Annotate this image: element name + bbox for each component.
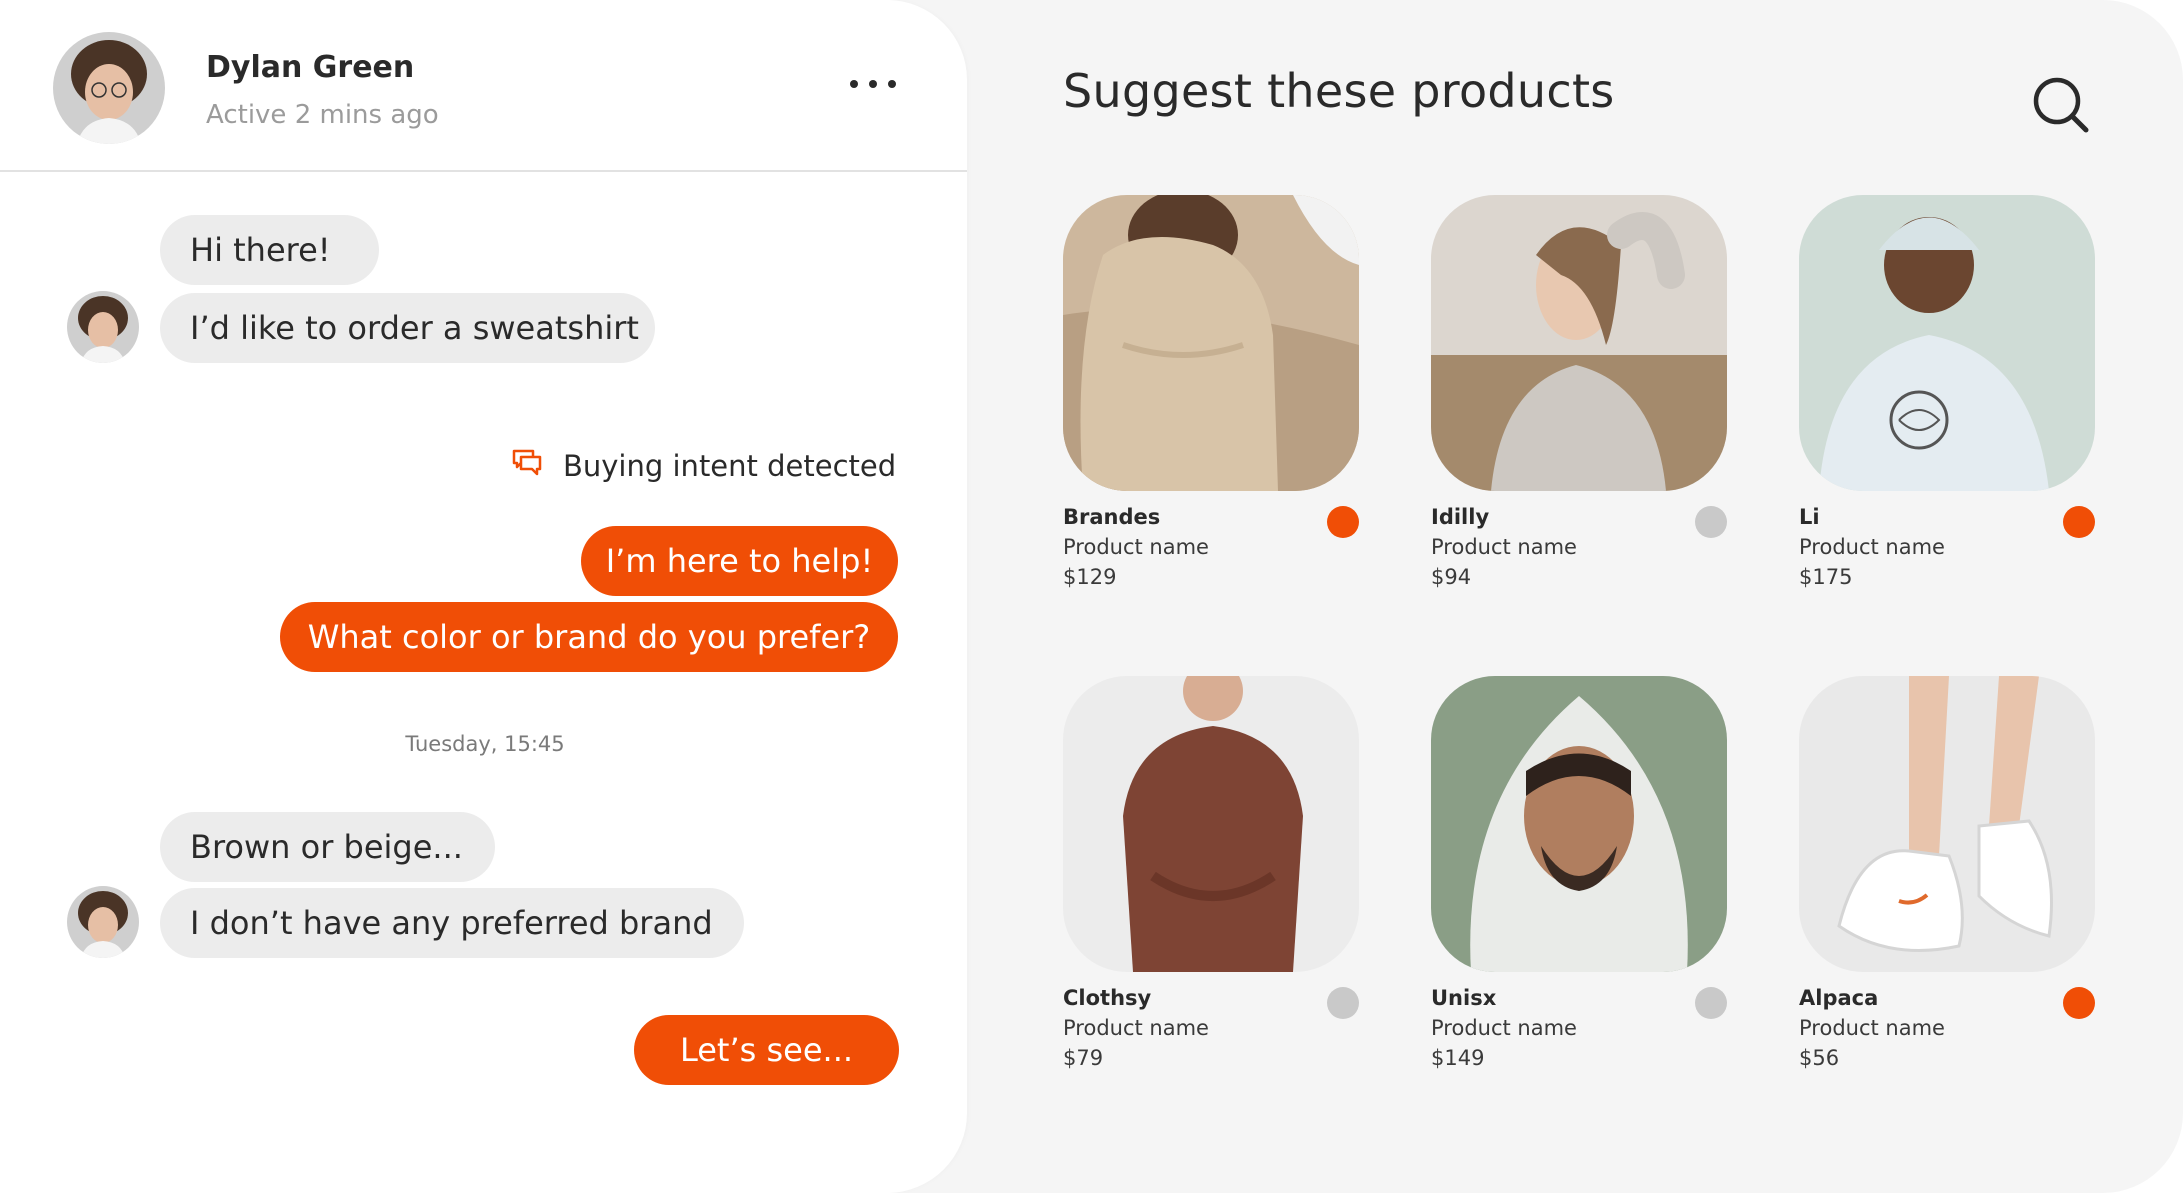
- product-card[interactable]: Brandes Product name $129: [1063, 195, 1359, 605]
- product-card[interactable]: Clothsy Product name $79: [1063, 676, 1359, 1086]
- products-title: Suggest these products: [1063, 64, 1615, 118]
- chat-bubbles-icon: [511, 448, 543, 484]
- chat-panel: Dylan Green Active 2 mins ago Hi there! …: [0, 0, 967, 1193]
- product-card[interactable]: Unisx Product name $149: [1431, 676, 1727, 1086]
- product-brand: Idilly: [1431, 505, 1490, 529]
- product-name: Product name: [1431, 535, 1577, 559]
- timestamp: Tuesday, 15:45: [405, 732, 565, 756]
- message-text: Hi there!: [190, 231, 331, 269]
- product-image: [1063, 676, 1359, 972]
- product-name: Product name: [1431, 1016, 1577, 1040]
- product-image: [1799, 676, 2095, 972]
- chat-header: Dylan Green Active 2 mins ago: [0, 0, 967, 172]
- product-brand: Alpaca: [1799, 986, 1879, 1010]
- product-brand: Clothsy: [1063, 986, 1152, 1010]
- more-options-icon[interactable]: [848, 66, 898, 102]
- product-price: $149: [1431, 1046, 1485, 1070]
- product-price: $94: [1431, 565, 1472, 589]
- message-text: Brown or beige...: [190, 828, 463, 866]
- product-card[interactable]: Alpaca Product name $56: [1799, 676, 2095, 1086]
- user-name: Dylan Green: [206, 50, 415, 85]
- product-brand: Unisx: [1431, 986, 1497, 1010]
- product-name: Product name: [1063, 535, 1209, 559]
- user-status: Active 2 mins ago: [206, 100, 439, 130]
- product-select-toggle[interactable]: [2063, 987, 2095, 1019]
- product-image: [1431, 195, 1727, 491]
- product-price: $56: [1799, 1046, 1840, 1070]
- message-text: I’m here to help!: [605, 542, 874, 580]
- buying-intent-indicator: Buying intent detected: [511, 446, 896, 486]
- product-price: $129: [1063, 565, 1117, 589]
- product-brand: Brandes: [1063, 505, 1161, 529]
- avatar: [67, 291, 139, 363]
- agent-message: Let’s see...: [634, 1015, 899, 1085]
- product-image: [1799, 195, 2095, 491]
- message-text: What color or brand do you prefer?: [307, 618, 871, 656]
- agent-message: What color or brand do you prefer?: [280, 602, 898, 672]
- product-select-toggle[interactable]: [1695, 987, 1727, 1019]
- customer-message: Brown or beige...: [160, 812, 495, 882]
- customer-message: I’d like to order a sweatshirt: [160, 293, 655, 363]
- product-price: $79: [1063, 1046, 1104, 1070]
- product-select-toggle[interactable]: [1695, 506, 1727, 538]
- product-name: Product name: [1799, 1016, 1945, 1040]
- intent-label: Buying intent detected: [563, 449, 897, 483]
- product-price: $175: [1799, 565, 1853, 589]
- product-card[interactable]: Idilly Product name $94: [1431, 195, 1727, 605]
- product-select-toggle[interactable]: [1327, 987, 1359, 1019]
- avatar[interactable]: [53, 32, 165, 144]
- product-image: [1431, 676, 1727, 972]
- customer-message: Hi there!: [160, 215, 379, 285]
- product-select-toggle[interactable]: [1327, 506, 1359, 538]
- message-text: I’d like to order a sweatshirt: [190, 309, 639, 347]
- product-name: Product name: [1063, 1016, 1209, 1040]
- product-image: [1063, 195, 1359, 491]
- product-brand: Li: [1799, 505, 1820, 529]
- customer-message: I don’t have any preferred brand: [160, 888, 744, 958]
- agent-message: I’m here to help!: [581, 526, 898, 596]
- message-text: I don’t have any preferred brand: [190, 904, 713, 942]
- product-name: Product name: [1799, 535, 1945, 559]
- avatar: [67, 886, 139, 958]
- search-icon[interactable]: [2030, 74, 2092, 136]
- product-card[interactable]: Li Product name $175: [1799, 195, 2095, 605]
- product-select-toggle[interactable]: [2063, 506, 2095, 538]
- message-text: Let’s see...: [679, 1031, 854, 1069]
